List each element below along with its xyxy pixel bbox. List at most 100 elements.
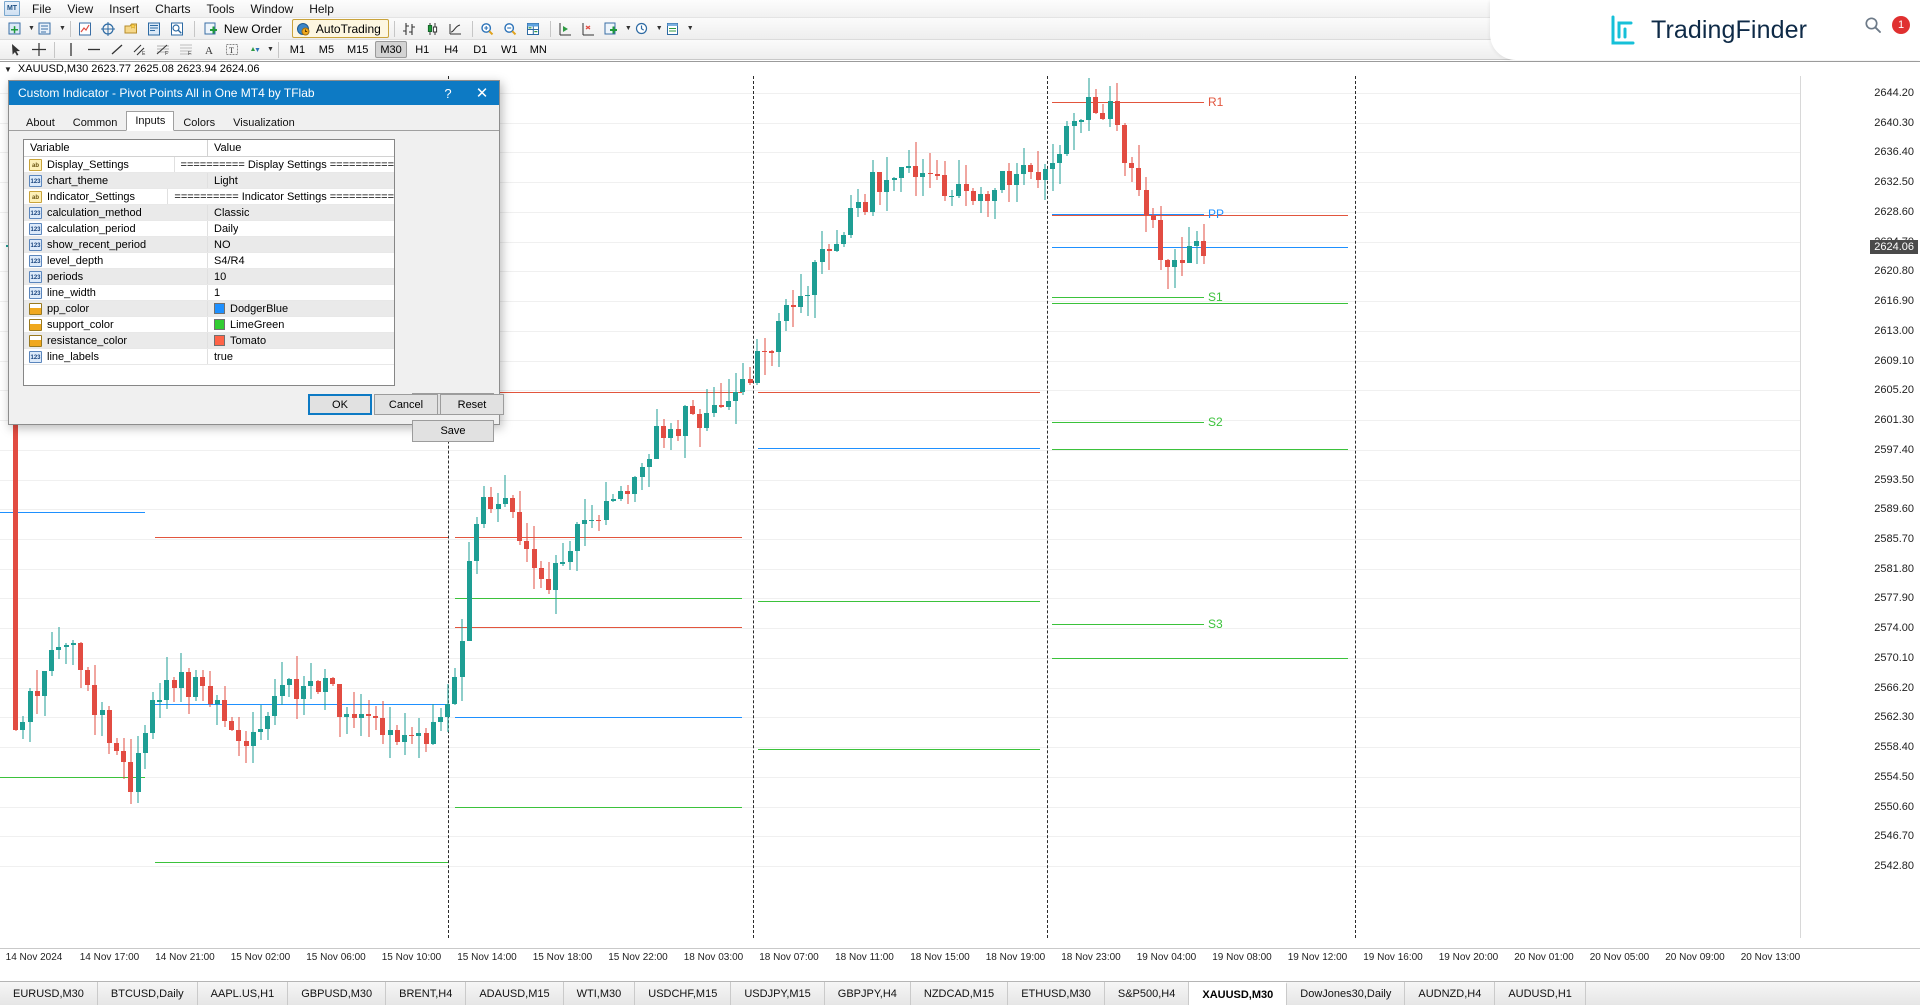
notification-badge[interactable]: 1 [1892,16,1910,34]
param-value-cell[interactable]: Classic [208,207,394,219]
line-chart-icon[interactable] [446,19,467,38]
menu-tools[interactable]: Tools [199,0,243,18]
fibonacci-retracement-icon[interactable]: F [152,40,173,59]
close-icon[interactable]: ✕ [465,81,499,105]
timeframe-h1[interactable]: H1 [409,41,436,58]
price-axis[interactable]: 2644.202640.302636.402632.502628.602624.… [1800,76,1920,938]
tab-common[interactable]: Common [64,114,127,131]
param-row[interactable]: 123level_depthS4/R4 [24,253,394,269]
param-value-cell[interactable]: DodgerBlue [208,303,394,315]
param-row[interactable]: 123line_labelstrue [24,349,394,365]
param-value-cell[interactable]: ========== Indicator Settings ========== [168,191,394,203]
chart-tab[interactable]: NZDCAD,M15 [911,982,1008,1005]
chart-tab[interactable]: XAUUSD,M30 [1189,982,1287,1005]
period-clock-icon[interactable] [633,19,654,38]
save-button[interactable]: Save [412,420,494,442]
time-axis[interactable]: 14 Nov 202414 Nov 17:0014 Nov 21:0015 No… [0,948,1920,966]
chart-tab[interactable]: USDJPY,M15 [731,982,824,1005]
param-row[interactable]: 123calculation_periodDaily [24,221,394,237]
timeframe-m15[interactable]: M15 [342,41,373,58]
menu-file[interactable]: File [24,0,59,18]
param-row[interactable]: abIndicator_Settings========== Indicator… [24,189,394,205]
param-value-cell[interactable]: 10 [208,271,394,283]
cursor-icon[interactable] [5,40,26,59]
param-value-cell[interactable]: ========== Display Settings ========== [175,159,394,171]
indicators-icon[interactable] [602,19,623,38]
timeframe-d1[interactable]: D1 [467,41,494,58]
chart-collapse-icon[interactable]: ▼ [4,65,12,74]
fibonacci-fan-icon[interactable]: F [175,40,196,59]
zoom-out-icon[interactable] [501,19,522,38]
help-icon[interactable]: ? [431,81,465,105]
horizontal-line-icon[interactable] [83,40,104,59]
timeframe-h4[interactable]: H4 [438,41,465,58]
market-watch-icon[interactable] [76,19,97,38]
indicators-dropdown-icon[interactable]: ▼ [625,25,632,32]
parameters-table[interactable]: Variable Value abDisplay_Settings=======… [23,139,395,386]
chart-tab[interactable]: GBPJPY,H4 [825,982,911,1005]
dialog-title-bar[interactable]: Custom Indicator - Pivot Points All in O… [9,81,499,105]
param-value-cell[interactable]: Light [208,175,394,187]
param-row[interactable]: resistance_colorTomato [24,333,394,349]
chart-tab[interactable]: ETHUSD,M30 [1008,982,1105,1005]
new-chart-icon[interactable] [5,19,26,38]
timeframe-m30[interactable]: M30 [375,41,406,58]
crosshair-tool-icon[interactable] [28,40,49,59]
shift-chart-icon[interactable] [556,19,577,38]
menu-help[interactable]: Help [301,0,342,18]
autotrading-button[interactable]: AutoTrading [292,19,389,38]
reset-button[interactable]: Reset [440,394,504,415]
menu-insert[interactable]: Insert [101,0,147,18]
text-label-icon[interactable]: A [198,40,219,59]
period-dropdown-icon[interactable]: ▼ [656,25,663,32]
trendline-icon[interactable] [106,40,127,59]
crosshair-icon[interactable] [99,19,120,38]
ok-button[interactable]: OK [308,394,372,415]
timeframe-mn[interactable]: MN [525,41,552,58]
arrows-dropdown-icon[interactable]: ▼ [267,46,274,53]
param-value-cell[interactable]: Daily [208,223,394,235]
navigator-icon[interactable] [122,19,143,38]
chart-tab[interactable]: USDCHF,M15 [635,982,731,1005]
timeframe-m1[interactable]: M1 [284,41,311,58]
chart-tab[interactable]: GBPUSD,M30 [288,982,386,1005]
param-row[interactable]: 123show_recent_periodNO [24,237,394,253]
text-box-icon[interactable]: T [221,40,242,59]
data-window-icon[interactable] [524,19,545,38]
profiles-icon[interactable] [36,19,57,38]
tab-about[interactable]: About [17,114,64,131]
param-value-cell[interactable]: LimeGreen [208,319,394,331]
param-row[interactable]: 123chart_themeLight [24,173,394,189]
param-value-cell[interactable]: 1 [208,287,394,299]
templates-dropdown-icon[interactable]: ▼ [687,25,694,32]
terminal-icon[interactable] [145,19,166,38]
param-row[interactable]: 123line_width1 [24,285,394,301]
param-value-cell[interactable]: Tomato [208,335,394,347]
chart-tab-strip[interactable]: EURUSD,M30BTCUSD,DailyAAPL.US,H1GBPUSD,M… [0,981,1920,1005]
chart-tab[interactable]: EURUSD,M30 [0,982,98,1005]
new-order-button[interactable]: New Order [200,19,290,38]
timeframe-m5[interactable]: M5 [313,41,340,58]
tab-colors[interactable]: Colors [174,114,224,131]
timeframe-w1[interactable]: W1 [496,41,523,58]
candlestick-chart-icon[interactable] [423,19,444,38]
menu-window[interactable]: Window [243,0,302,18]
chart-tab[interactable]: ADAUSD,M15 [466,982,563,1005]
bar-chart-icon[interactable] [400,19,421,38]
templates-icon[interactable] [664,19,685,38]
param-row[interactable]: 123calculation_methodClassic [24,205,394,221]
chart-tab[interactable]: AUDUSD,H1 [1495,982,1586,1005]
dialog-tabs[interactable]: About Common Inputs Colors Visualization [9,111,499,131]
chart-tab[interactable]: BRENT,H4 [386,982,466,1005]
profiles-dropdown-icon[interactable]: ▼ [59,25,66,32]
param-row[interactable]: abDisplay_Settings========== Display Set… [24,157,394,173]
strategy-tester-icon[interactable] [168,19,189,38]
auto-scroll-icon[interactable] [579,19,600,38]
chart-tab[interactable]: BTCUSD,Daily [98,982,198,1005]
chart-tab[interactable]: S&P500,H4 [1105,982,1189,1005]
param-row[interactable]: support_colorLimeGreen [24,317,394,333]
param-value-cell[interactable]: S4/R4 [208,255,394,267]
arrows-icon[interactable] [244,40,265,59]
vertical-line-icon[interactable] [60,40,81,59]
param-row[interactable]: pp_colorDodgerBlue [24,301,394,317]
